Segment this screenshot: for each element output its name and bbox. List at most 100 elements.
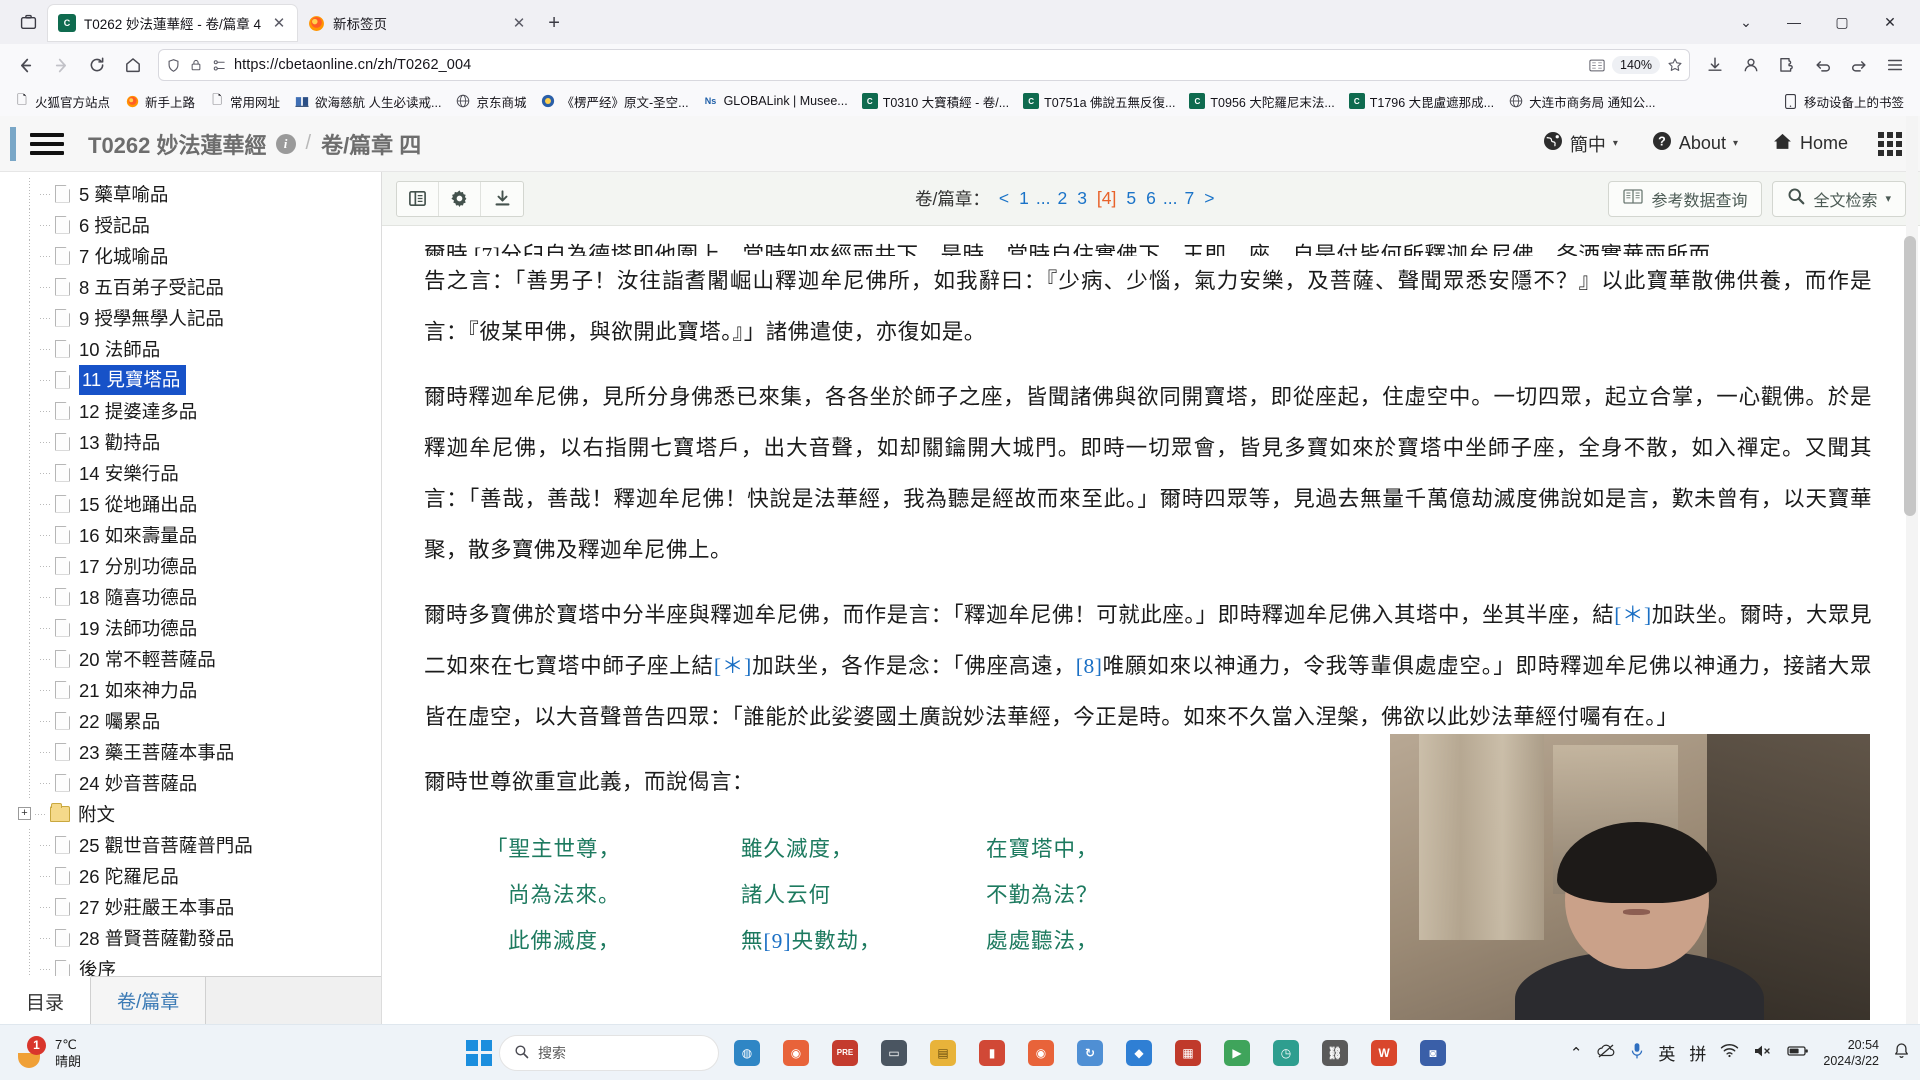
toc-item-20[interactable]: 20 常不輕菩薩品 (0, 643, 381, 674)
bookmark-item[interactable]: Ns GLOBALink | Musee... (697, 90, 854, 112)
bookmark-item[interactable]: 🗋 火狐官方站点 (8, 89, 116, 114)
address-bar[interactable]: https://cbetaonline.cn/zh/T0262_004 140% (158, 49, 1690, 81)
taskbar-app-browser[interactable]: ◉ (775, 1032, 817, 1074)
app-menu-icon[interactable] (1878, 49, 1912, 81)
bookmark-item[interactable]: C T1796 大毘盧遮那成... (1343, 89, 1500, 114)
toc-item-11-selected[interactable]: 11 見寶塔品 (0, 364, 381, 395)
toc-item-14[interactable]: 14 安樂行品 (0, 457, 381, 488)
back-icon[interactable] (8, 49, 42, 81)
bookmark-item[interactable]: 《楞严经》原文-圣空... (534, 89, 694, 114)
mobile-bookmarks-item[interactable]: 移动设备上的书签 (1777, 89, 1910, 114)
chevron-down-icon[interactable]: ⌄ (1724, 6, 1768, 38)
taskbar-app-camera[interactable]: ◙ (1412, 1032, 1454, 1074)
downloads-icon[interactable] (1698, 49, 1732, 81)
volume-muted-icon[interactable] (1753, 1043, 1773, 1063)
prev-juan-link[interactable]: < (996, 188, 1012, 209)
toc-item-6[interactable]: 6 授記品 (0, 209, 381, 240)
toc-item-26[interactable]: 26 陀羅尼品 (0, 860, 381, 891)
reload-icon[interactable] (80, 49, 114, 81)
gear-icon[interactable] (439, 181, 481, 216)
maximize-button[interactable]: ▢ (1820, 6, 1864, 38)
close-window-button[interactable]: ✕ (1868, 6, 1912, 38)
taskbar-app-file-explorer[interactable]: ▤ (922, 1032, 964, 1074)
taskbar-app-shield[interactable]: ◆ (1118, 1032, 1160, 1074)
toc-item-19[interactable]: 19 法師功德品 (0, 612, 381, 643)
toc-item-10[interactable]: 10 法師品 (0, 333, 381, 364)
expand-icon[interactable]: + (18, 807, 31, 820)
toc-item-28[interactable]: 28 普賢菩薩勸發品 (0, 922, 381, 953)
reader-view-icon[interactable] (1589, 57, 1605, 73)
forward-icon[interactable] (44, 49, 78, 81)
minimize-button[interactable]: — (1772, 6, 1816, 38)
fulltext-search-button[interactable]: 全文检索 ▾ (1772, 180, 1906, 217)
tab-juan[interactable]: 卷/篇章 (91, 977, 207, 1024)
bookmark-item[interactable]: 🗋 常用网址 (203, 89, 286, 114)
bookmark-star-icon[interactable] (1667, 57, 1683, 73)
toc-item-17[interactable]: 17 分別功德品 (0, 550, 381, 581)
bell-icon[interactable] (1893, 1042, 1910, 1064)
browser-tab-active[interactable]: C T0262 妙法蓮華經 - 卷/篇章 4 ✕ (48, 5, 298, 41)
new-tab-button[interactable]: + (537, 6, 571, 40)
note-ref-star-2[interactable]: [＊] (714, 654, 752, 678)
page-scrollbar[interactable] (1904, 116, 1918, 1024)
toc-item-22[interactable]: 22 囑累品 (0, 705, 381, 736)
taskbar-app-link[interactable]: ⛓ (1314, 1032, 1356, 1074)
toc-item-24[interactable]: 24 妙音菩薩品 (0, 767, 381, 798)
bookmark-item[interactable]: C T0956 大陀羅尼末法... (1183, 89, 1340, 114)
extensions-icon[interactable] (1770, 49, 1804, 81)
shield-icon[interactable] (165, 57, 181, 73)
webcam-preview[interactable] (1390, 734, 1870, 1020)
toc-item-12[interactable]: 12 提婆達多品 (0, 395, 381, 426)
history-back-icon[interactable] (1806, 49, 1840, 81)
toc-item-21[interactable]: 21 如來神力品 (0, 674, 381, 705)
toc-item-18[interactable]: 18 隨喜功德品 (0, 581, 381, 612)
grid-icon[interactable] (1878, 131, 1902, 156)
bookmark-item[interactable]: C T0310 大寶積經 - 卷/... (856, 89, 1015, 114)
juan-page-2[interactable]: 2 (1054, 188, 1070, 209)
next-juan-link[interactable]: > (1201, 188, 1217, 209)
taskbar-app-clock[interactable]: ◷ (1265, 1032, 1307, 1074)
taskbar-app-sync[interactable]: ↻ (1069, 1032, 1111, 1074)
hamburger-icon[interactable] (30, 132, 64, 155)
toc-item-7[interactable]: 7 化城喻品 (0, 240, 381, 271)
tab-contents[interactable]: 目录 (0, 976, 92, 1024)
tray-overflow-icon[interactable]: ⌃ (1570, 1044, 1583, 1062)
close-tab-button[interactable]: ✕ (509, 13, 529, 33)
history-forward-icon[interactable] (1842, 49, 1876, 81)
reference-query-button[interactable]: 参考数据查询 (1608, 180, 1763, 217)
toc-item-5[interactable]: 5 藥草喻品 (0, 178, 381, 209)
download-icon[interactable] (481, 182, 523, 216)
note-ref-star-1[interactable]: [＊] (1614, 603, 1651, 627)
toc-item-23[interactable]: 23 藥王菩薩本事品 (0, 736, 381, 767)
zoom-level-badge[interactable]: 140% (1612, 56, 1660, 74)
toc-item-13[interactable]: 13 勸持品 (0, 426, 381, 457)
taskbar-app-wps[interactable]: W (1363, 1032, 1405, 1074)
bookmark-item[interactable]: C T0751a 佛說五無反復... (1017, 89, 1181, 114)
toc-item-27[interactable]: 27 妙莊嚴王本事品 (0, 891, 381, 922)
home-icon[interactable] (116, 49, 150, 81)
taskbar-app-weather-globe[interactable]: ◍ (726, 1032, 768, 1074)
windows-icon[interactable] (466, 1039, 492, 1066)
taskbar-app-notes[interactable]: ▮ (971, 1032, 1013, 1074)
language-switcher[interactable]: 簡中 ▾ (1543, 131, 1618, 157)
panel-toggle-icon[interactable] (397, 181, 439, 216)
microphone-icon[interactable] (1630, 1042, 1644, 1064)
bookmark-item[interactable]: 新手上路 (118, 89, 201, 114)
juan-page-7[interactable]: 7 (1181, 188, 1197, 209)
table-of-contents[interactable]: 5 藥草喻品 6 授記品 7 化城喻品 8 五百弟子受記品 9 授學無學人記品 … (0, 172, 381, 976)
juan-page-6[interactable]: 6 (1143, 188, 1159, 209)
toc-item-16[interactable]: 16 如來壽量品 (0, 519, 381, 550)
account-icon[interactable] (1734, 49, 1768, 81)
scrollbar-thumb[interactable] (1904, 236, 1916, 516)
info-icon[interactable]: i (275, 133, 296, 154)
toc-item-appendix-folder[interactable]: + 附文 (0, 798, 381, 829)
close-tab-button[interactable]: ✕ (269, 13, 289, 33)
search-input[interactable]: 搜索 (499, 1034, 719, 1071)
juan-page-1[interactable]: 1 (1016, 188, 1032, 209)
juan-page-3[interactable]: 3 (1074, 188, 1090, 209)
ime-mode-indicator[interactable]: 英 (1658, 1040, 1675, 1065)
wifi-icon[interactable] (1720, 1043, 1739, 1062)
home-link[interactable]: Home (1772, 131, 1848, 157)
toc-item-postscript[interactable]: 後序 (0, 953, 381, 976)
bookmark-item[interactable]: 大连市商务局 通知公... (1502, 89, 1661, 114)
